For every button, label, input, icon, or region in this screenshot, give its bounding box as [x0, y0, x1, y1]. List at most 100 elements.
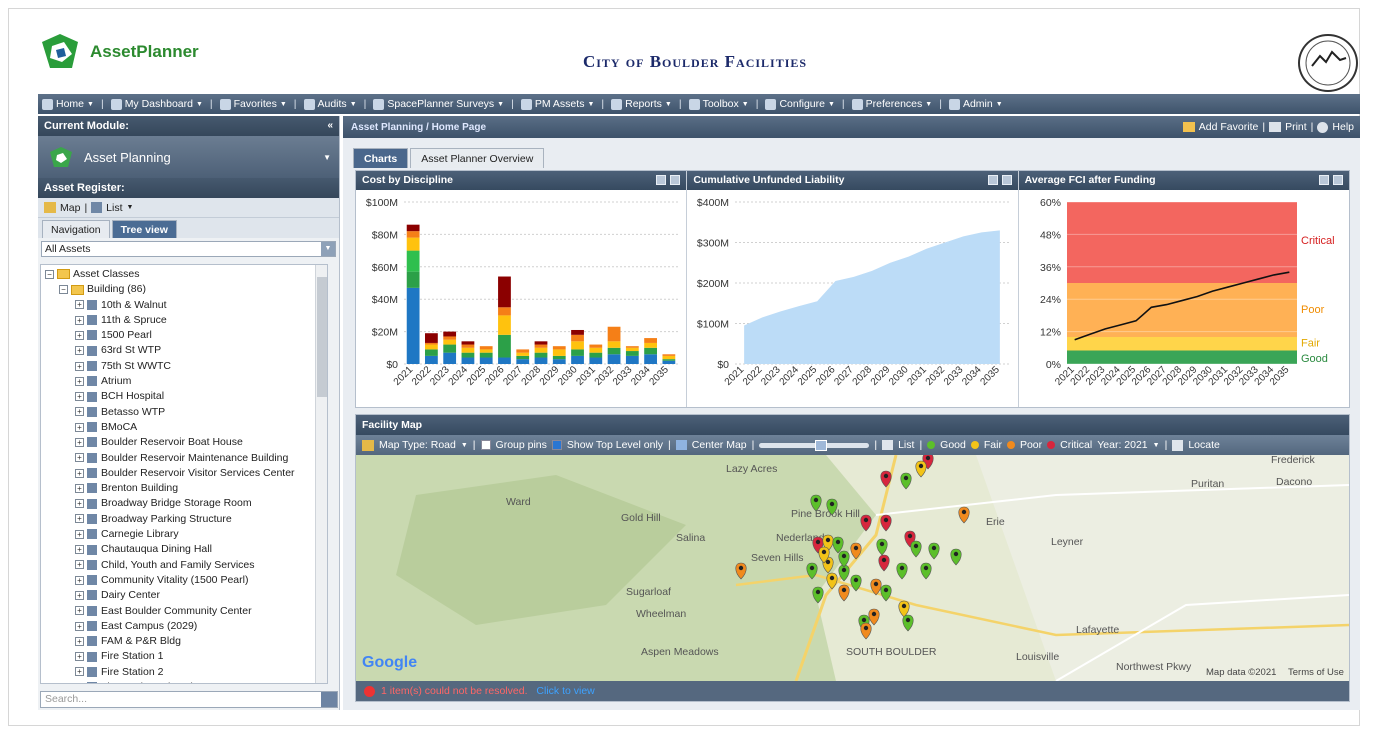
maximize-icon[interactable] [1332, 175, 1343, 185]
expand-toggle-icon[interactable]: + [75, 575, 84, 585]
list-button[interactable]: List [898, 439, 914, 451]
maximize-icon[interactable] [1001, 175, 1012, 185]
print-button[interactable]: Print [1285, 121, 1307, 133]
terms-of-use-link[interactable]: Terms of Use [1288, 667, 1344, 678]
show-top-level-checkbox[interactable] [551, 440, 562, 450]
map-icon[interactable] [44, 202, 56, 213]
tree-item[interactable]: + BMoCA [45, 420, 327, 435]
tree-item[interactable]: + East Boulder Community Center [45, 604, 327, 619]
tree-item[interactable]: + Fire Station 1 [45, 649, 327, 664]
tab-charts[interactable]: Charts [353, 148, 409, 168]
maximize-icon[interactable] [670, 175, 681, 185]
expand-toggle-icon[interactable]: + [75, 514, 84, 524]
add-favorite-button[interactable]: Add Favorite [1199, 121, 1259, 133]
expand-toggle-icon[interactable]: + [75, 483, 84, 493]
tree-item[interactable]: + Betasso WTP [45, 405, 327, 420]
zoom-slider[interactable] [759, 439, 870, 451]
collapse-toggle-icon[interactable]: − [45, 269, 54, 279]
expand-toggle-icon[interactable]: + [75, 606, 84, 616]
fair-filter[interactable]: Fair [984, 439, 1002, 451]
center-map-button[interactable]: Center Map [692, 439, 747, 451]
breadcrumb[interactable]: Asset Planning / Home Page [351, 122, 486, 133]
tree-root[interactable]: − Asset Classes [45, 267, 327, 282]
expand-toggle-icon[interactable]: + [75, 422, 84, 432]
tree-item[interactable]: + BCH Hospital [45, 389, 327, 404]
collapse-toggle-icon[interactable]: − [59, 285, 68, 295]
tree-item[interactable]: +10th & Walnut [45, 298, 327, 313]
tree-item[interactable]: +75th St WWTC [45, 359, 327, 374]
search-icon[interactable] [321, 692, 337, 707]
tree-item[interactable]: + Boulder Reservoir Maintenance Building [45, 451, 327, 466]
tree-item[interactable]: + Atrium [45, 374, 327, 389]
tree-item[interactable]: + FAM & P&R Bldg [45, 634, 327, 649]
menu-home[interactable]: Home ▼ [38, 98, 98, 110]
menu-toolbox[interactable]: Toolbox ▼ [685, 98, 753, 110]
expand-toggle-icon[interactable]: + [75, 499, 84, 509]
tree-item[interactable]: + Broadway Parking Structure [45, 512, 327, 527]
expand-toggle-icon[interactable]: + [75, 376, 84, 386]
scrollbar-thumb[interactable] [317, 277, 327, 397]
tab-tree-view[interactable]: Tree view [111, 220, 177, 238]
expand-toggle-icon[interactable]: + [75, 330, 84, 340]
tree-item[interactable]: + Carnegie Library [45, 527, 327, 542]
list-icon[interactable] [91, 202, 103, 213]
expand-toggle-icon[interactable]: + [75, 315, 84, 325]
expand-toggle-icon[interactable]: + [75, 652, 84, 662]
tree-item[interactable]: + Child, Youth and Family Services [45, 558, 327, 573]
tree-group[interactable]: − Building (86) [45, 282, 327, 297]
tab-overview[interactable]: Asset Planner Overview [410, 148, 545, 168]
expand-toggle-icon[interactable]: + [75, 468, 84, 478]
help-button[interactable]: Help [1332, 121, 1354, 133]
expand-toggle-icon[interactable]: + [75, 529, 84, 539]
expand-toggle-icon[interactable]: + [75, 590, 84, 600]
print-icon[interactable] [1269, 122, 1282, 132]
expand-toggle-icon[interactable]: + [75, 361, 84, 371]
menu-my-dashboard[interactable]: My Dashboard ▼ [107, 98, 207, 110]
tree-item[interactable]: +1500 Pearl [45, 328, 327, 343]
menu-preferences[interactable]: Preferences ▼ [848, 98, 937, 110]
expand-toggle-icon[interactable]: + [75, 682, 84, 683]
tree-item[interactable]: +11th & Spruce [45, 313, 327, 328]
map-button[interactable]: Map [60, 202, 80, 214]
expand-toggle-icon[interactable]: + [75, 667, 84, 677]
tree-item[interactable]: + Broadway Bridge Storage Room [45, 496, 327, 511]
good-filter[interactable]: Good [940, 439, 966, 451]
menu-audits[interactable]: Audits ▼ [300, 98, 361, 110]
critical-filter[interactable]: Critical [1060, 439, 1092, 451]
map-canvas[interactable]: Lazy Acres Frederick Puritan Dacono Ward Gold… [356, 455, 1349, 681]
expand-toggle-icon[interactable]: + [75, 453, 84, 463]
tree-item[interactable]: + Chautauqua Dining Hall [45, 542, 327, 557]
menu-favorites[interactable]: Favorites ▼ [216, 98, 291, 110]
menu-admin[interactable]: Admin ▼ [945, 98, 1007, 110]
status-link[interactable]: Click to view [536, 685, 594, 697]
favorites-icon[interactable] [1182, 122, 1195, 132]
chevron-down-icon[interactable]: ▼ [321, 242, 335, 256]
group-pins-checkbox[interactable] [480, 440, 491, 450]
expand-toggle-icon[interactable]: + [75, 560, 84, 570]
collapse-icon[interactable]: « [327, 116, 333, 136]
map-type-select[interactable]: Map Type: Road [379, 439, 456, 451]
expand-toggle-icon[interactable]: + [75, 346, 84, 356]
menu-pm-assets[interactable]: PM Assets ▼ [517, 98, 599, 110]
tree-item[interactable]: + Fire Station 2 [45, 665, 327, 680]
tree-item[interactable]: + Community Vitality (1500 Pearl) [45, 573, 327, 588]
expand-toggle-icon[interactable]: + [75, 621, 84, 631]
menu-spaceplanner-surveys[interactable]: SpacePlanner Surveys ▼ [369, 98, 508, 110]
export-icon[interactable] [987, 175, 998, 185]
locate-button[interactable]: Locate [1188, 439, 1220, 451]
search-input[interactable]: Search... [40, 691, 338, 708]
tree-item[interactable]: + Fire Station 3 (New) [45, 680, 327, 683]
facility-map[interactable]: Lazy Acres Frederick Puritan Dacono Ward Gold… [356, 455, 1349, 681]
zoom-slider-handle[interactable] [815, 439, 828, 451]
module-selector[interactable]: Asset Planning ▼ [38, 136, 339, 178]
tree-item[interactable]: + Boulder Reservoir Boat House [45, 435, 327, 450]
poor-filter[interactable]: Poor [1020, 439, 1042, 451]
list-button[interactable]: List [106, 202, 122, 214]
tree-item[interactable]: + Dairy Center [45, 588, 327, 603]
expand-toggle-icon[interactable]: + [75, 636, 84, 646]
expand-toggle-icon[interactable]: + [75, 437, 84, 447]
expand-toggle-icon[interactable]: + [75, 407, 84, 417]
export-icon[interactable] [656, 175, 667, 185]
year-select[interactable]: Year: 2021 [1097, 439, 1147, 451]
asset-filter-select[interactable]: All Assets ▼ [41, 241, 336, 257]
